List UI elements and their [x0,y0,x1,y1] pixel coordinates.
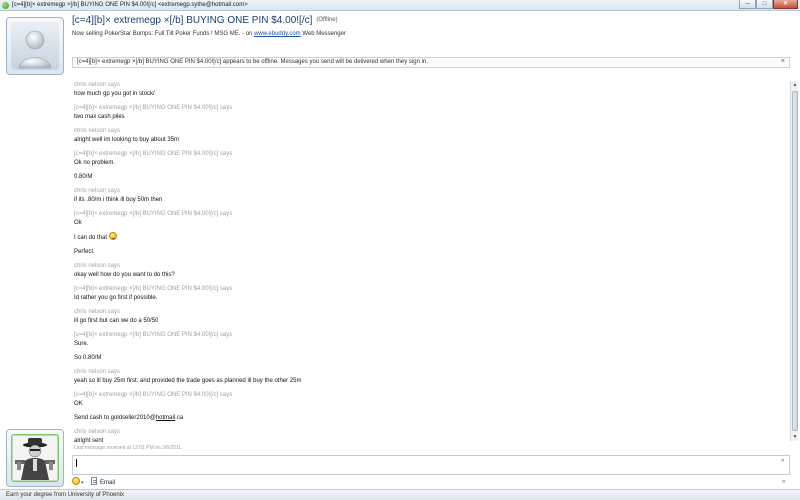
message-text: Perfect. [74,249,95,255]
conversation-scrollbar[interactable]: ▲ ▼ [790,81,798,441]
sender-line: [c=4][b]× extremegp ×[/b] BUYING ONE PIN… [74,105,233,111]
message-text: OK [74,401,83,407]
message-block: chris nelson says how much gp you got in… [74,81,784,99]
last-message-timestamp: Last message received at 12:01 PM on 2/6… [74,445,183,451]
message-text: yeah so ill buy 25m first. and provided … [74,378,302,384]
message-block: chris nelson says alright sent Last mess… [74,428,784,451]
toolbar-expand-icon[interactable]: » [782,479,785,485]
sender-line: chris nelson says [74,429,121,435]
message-block: [c=4][b]× extremegp ×[/b] BUYING ONE PIN… [74,331,784,363]
offline-notice-text: [c=4][b]× extremegp ×[/b] BUYING ONE PIN… [77,59,428,65]
message-block: [c=4][b]× extremegp ×[/b] BUYING ONE PIN… [74,104,784,122]
email-button[interactable]: Email [91,477,115,488]
smiley-icon [72,477,80,485]
message-text: 0.80/M [74,174,93,180]
close-button[interactable]: ✕ [773,0,798,9]
message-block: chris nelson says yeah so ill buy 25m fi… [74,368,784,386]
sender-line: chris nelson says [74,309,121,315]
minimize-button[interactable]: ─ [739,0,756,9]
ad-link[interactable]: Earn your degree from University of Phoe… [6,492,124,498]
contact-status: (Offline) [316,17,338,24]
title-bar: [c=4][b]× extremegp ×[/b] BUYING ONE PIN… [0,0,800,11]
message-text: Ok no problem. [74,160,116,166]
window-title: [c=4][b]× extremegp ×[/b] BUYING ONE PIN… [12,2,248,8]
message-text: ill go first but can we do a 50/50 [74,318,159,324]
message-text: So 0.80/M [74,355,102,361]
message-text: if its .80/m i think ill buy 50m then [74,197,163,203]
contact-personal-message: Now selling PokerStar Bumps: Full Tilt P… [72,31,346,37]
message-block: chris nelson says ill go first but can w… [74,308,784,326]
message-text: alright well im looking to buy about 35m [74,137,180,143]
message-text: how much gp you got in stock/ [74,91,155,97]
email-button-label: Email [100,480,116,486]
message-text-part: .ca [175,415,184,421]
sender-line: chris nelson says [74,263,121,269]
message-block: [c=4][b]× extremegp ×[/b] BUYING ONE PIN… [74,210,784,257]
contact-avatar-frame[interactable] [6,17,64,75]
default-user-avatar-icon [11,22,59,70]
sender-line: [c=4][b]× extremegp ×[/b] BUYING ONE PIN… [74,332,233,338]
message-text: I can do that [74,232,784,243]
scroll-thumb[interactable] [792,91,798,431]
personal-message-suffix: Web Messenger [302,31,346,37]
message-block: [c=4][b]× extremegp ×[/b] BUYING ONE PIN… [74,285,784,303]
sender-line: chris nelson says [74,82,121,88]
close-icon[interactable]: × [781,58,785,65]
conversation-window: [c=4][b]× extremegp ×[/b] BUYING ONE PIN… [0,11,800,489]
ebuddy-link[interactable]: www.ebuddy.com [254,31,301,37]
expand-compose-icon[interactable]: » [781,458,784,464]
message-block: chris nelson says alright well im lookin… [74,127,784,145]
sender-line: chris nelson says [74,128,121,134]
message-input[interactable] [72,455,790,475]
contact-name: [c=4][b]× extremegp ×[/b] BUYING ONE PIN… [72,15,313,26]
emoticon-button[interactable]: ▾ [72,477,84,488]
sender-line: chris nelson says [74,369,121,375]
scroll-down-arrow-icon[interactable]: ▼ [791,433,799,441]
message-block: [c=4][b]× extremegp ×[/b] BUYING ONE PIN… [74,150,784,182]
message-text: two max cash piles [74,114,125,120]
sender-line: [c=4][b]× extremegp ×[/b] BUYING ONE PIN… [74,392,233,398]
msn-logo-icon [2,2,9,9]
advertisement-bar: Earn your degree from University of Phoe… [0,489,800,500]
sender-line: [c=4][b]× extremegp ×[/b] BUYING ONE PIN… [74,286,233,292]
message-block: chris nelson says okay well how do you w… [74,262,784,280]
offline-notice-bar: [c=4][b]× extremegp ×[/b] BUYING ONE PIN… [72,57,790,68]
gangster-avatar-icon [11,434,59,482]
message-block: [c=4][b]× extremegp ×[/b] BUYING ONE PIN… [74,391,784,423]
email-link[interactable]: hotmail [156,415,175,421]
message-text: okay well how do you want to do this? [74,272,175,278]
message-text: Sure. [74,341,89,347]
maximize-button[interactable]: □ [756,0,773,9]
text-caret [76,459,77,467]
sender-line: [c=4][b]× extremegp ×[/b] BUYING ONE PIN… [74,151,233,157]
sender-line: [c=4][b]× extremegp ×[/b] BUYING ONE PIN… [74,211,233,217]
chevron-down-icon: ▾ [81,480,84,486]
conversation-history: chris nelson says how much gp you got in… [74,81,784,456]
smiley-icon [109,232,118,240]
message-text: Id rather you go first if possible. [74,295,158,301]
email-doc-icon [91,477,97,485]
personal-message-prefix: Now selling PokerStar Bumps: Full Tilt P… [72,31,253,37]
sender-line: chris nelson says [74,188,121,194]
contact-header: [c=4][b]× extremegp ×[/b] BUYING ONE PIN… [72,15,338,26]
message-text-part: I can do that [74,235,108,241]
message-block: chris nelson says if its .80/m i think i… [74,187,784,205]
message-text: Ok [74,220,82,226]
message-text-part: Send cash to goldseller2010@ [74,415,156,421]
scroll-up-arrow-icon[interactable]: ▲ [791,81,799,89]
message-text: Send cash to goldseller2010@hotmail.ca [74,413,784,423]
my-avatar-frame[interactable] [6,429,64,487]
